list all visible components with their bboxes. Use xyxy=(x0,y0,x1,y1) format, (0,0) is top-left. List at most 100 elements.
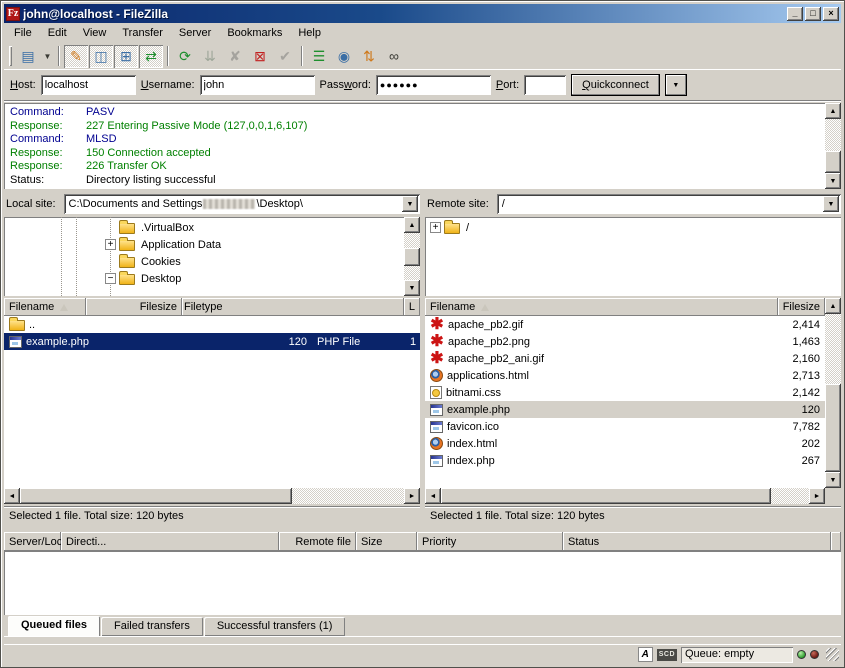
toolbar-toggle-button[interactable]: ⊞ xyxy=(114,45,138,68)
queue-column-header[interactable]: Directi... xyxy=(61,532,279,551)
toolbar-grip[interactable] xyxy=(9,46,12,66)
column-header[interactable]: Filename xyxy=(4,298,86,316)
host-input[interactable] xyxy=(41,75,136,95)
scroll-up-icon[interactable] xyxy=(825,298,841,314)
file-row[interactable]: .. xyxy=(4,316,420,333)
tree-item[interactable]: .VirtualBox xyxy=(4,219,404,236)
scroll-up-icon[interactable] xyxy=(404,217,420,233)
chevron-down-icon[interactable]: ▼ xyxy=(402,196,418,212)
remote-vertical-scrollbar[interactable] xyxy=(825,298,841,488)
scroll-left-icon[interactable] xyxy=(425,488,441,504)
column-header[interactable]: L xyxy=(404,298,420,316)
port-input[interactable] xyxy=(524,75,566,95)
toolbar-button[interactable]: ◉ xyxy=(332,45,356,68)
tree-item[interactable]: Desktop xyxy=(4,270,404,287)
queue-column-header[interactable]: Status xyxy=(563,532,831,551)
toolbar-button[interactable]: ∞ xyxy=(382,45,406,68)
toolbar-button[interactable]: ⇊ xyxy=(198,45,222,68)
toolbar-toggle-button[interactable]: ◫ xyxy=(89,45,113,68)
toolbar-toggle-button[interactable]: ✎ xyxy=(64,45,88,68)
chevron-down-icon[interactable]: ▼ xyxy=(823,196,839,212)
queue-column-header[interactable]: Server/Local file xyxy=(4,532,61,551)
file-row[interactable]: apache_pb2.png 1,463 xyxy=(425,333,825,350)
menu-item[interactable]: Transfer xyxy=(114,24,171,42)
remote-site-combo[interactable]: / ▼ xyxy=(497,194,841,214)
file-row[interactable]: example.php 120 xyxy=(425,401,825,418)
window-control-button[interactable]: × xyxy=(823,7,839,21)
queue-column-header[interactable]: Remote file xyxy=(279,532,356,551)
tree-item[interactable]: / xyxy=(425,219,841,236)
menu-item[interactable]: Server xyxy=(171,24,219,42)
menu-item[interactable]: View xyxy=(75,24,115,42)
toolbar-button[interactable]: ✘ xyxy=(223,45,247,68)
queue-tab[interactable]: Successful transfers (1) xyxy=(204,617,346,636)
file-row[interactable]: apache_pb2.gif 2,414 xyxy=(425,316,825,333)
column-header[interactable]: Filename xyxy=(425,298,778,316)
scroll-down-icon[interactable] xyxy=(404,280,420,296)
file-row[interactable]: index.html 202 xyxy=(425,435,825,452)
toolbar-button[interactable]: ☰ xyxy=(307,45,331,68)
toolbar-button[interactable]: ▼ xyxy=(41,45,54,68)
queue-list[interactable] xyxy=(4,551,841,615)
scrollbar-thumb[interactable] xyxy=(404,248,420,266)
queue-column-header[interactable]: Priority xyxy=(417,532,563,551)
quickconnect-dropdown[interactable]: ▼ xyxy=(665,74,687,96)
scrollbar-thumb[interactable] xyxy=(441,488,771,504)
toolbar-button[interactable]: ⇅ xyxy=(357,45,381,68)
window-control-button[interactable]: _ xyxy=(787,7,803,21)
scroll-left-icon[interactable] xyxy=(4,488,20,504)
local-horizontal-scrollbar[interactable] xyxy=(4,488,420,504)
transfer-type-icon[interactable]: A xyxy=(638,647,653,662)
tree-item[interactable]: Cookies xyxy=(4,253,404,270)
local-site-combo[interactable]: C:\Documents and Settings\Desktop\ ▼ xyxy=(64,194,420,214)
column-header[interactable]: Filesize xyxy=(86,298,182,316)
tree-expander-icon[interactable] xyxy=(105,239,116,250)
queue-column-header[interactable] xyxy=(831,532,841,551)
toolbar-button[interactable]: ⊠ xyxy=(248,45,272,68)
log-line-text: Directory listing successful xyxy=(86,174,216,186)
scroll-right-icon[interactable] xyxy=(809,488,825,504)
file-row[interactable]: index.php 267 xyxy=(425,452,825,469)
tree-item[interactable]: Application Data xyxy=(4,236,404,253)
column-header[interactable]: Filetype xyxy=(182,298,404,316)
column-header[interactable]: Filesize xyxy=(778,298,825,316)
file-row[interactable]: applications.html 2,713 xyxy=(425,367,825,384)
scrollbar-thumb[interactable] xyxy=(825,151,841,173)
remote-horizontal-scrollbar[interactable] xyxy=(425,488,825,504)
scroll-right-icon[interactable] xyxy=(404,488,420,504)
menu-item[interactable]: Help xyxy=(290,24,329,42)
local-directory-tree[interactable]: .VirtualBox Application Data xyxy=(4,217,420,296)
queue-tab[interactable]: Failed transfers xyxy=(101,617,203,636)
toolbar-button[interactable]: ⟳ xyxy=(173,45,197,68)
menu-item[interactable]: Edit xyxy=(40,24,75,42)
scroll-down-icon[interactable] xyxy=(825,472,841,488)
file-name: index.html xyxy=(447,438,497,450)
quickconnect-button[interactable]: Quickconnect xyxy=(571,74,660,96)
resize-grip-icon[interactable] xyxy=(826,648,839,661)
file-row[interactable]: apache_pb2_ani.gif 2,160 xyxy=(425,350,825,367)
queue-column-header[interactable]: Size xyxy=(356,532,417,551)
log-scrollbar[interactable] xyxy=(825,103,841,189)
file-row[interactable]: bitnami.css 2,142 xyxy=(425,384,825,401)
remote-directory-tree[interactable]: / xyxy=(425,217,841,296)
password-input[interactable] xyxy=(376,75,491,95)
toolbar-button[interactable]: ▤ xyxy=(16,45,40,68)
speed-limits-icon[interactable]: SCD xyxy=(657,649,677,661)
toolbar-button[interactable]: ✔ xyxy=(273,45,297,68)
queue-tab[interactable]: Queued files xyxy=(8,616,100,636)
scroll-down-icon[interactable] xyxy=(825,173,841,189)
menu-item[interactable]: Bookmarks xyxy=(219,24,290,42)
toolbar-toggle-button[interactable]: ⇄ xyxy=(139,45,163,68)
tree-expander-icon[interactable] xyxy=(430,222,441,233)
window-control-button[interactable]: □ xyxy=(805,7,821,21)
local-tree-scrollbar[interactable] xyxy=(404,217,420,296)
file-row[interactable]: favicon.ico 7,782 xyxy=(425,418,825,435)
tree-expander-icon[interactable] xyxy=(105,273,116,284)
menu-item[interactable]: File xyxy=(6,24,40,42)
scroll-up-icon[interactable] xyxy=(825,103,841,119)
title-bar[interactable]: Fz john@localhost - FileZilla _ □ × xyxy=(4,4,841,23)
scrollbar-thumb[interactable] xyxy=(20,488,292,504)
scrollbar-thumb[interactable] xyxy=(825,384,841,472)
username-input[interactable] xyxy=(200,75,315,95)
file-row[interactable]: example.php 120 PHP File 1 xyxy=(4,333,420,350)
